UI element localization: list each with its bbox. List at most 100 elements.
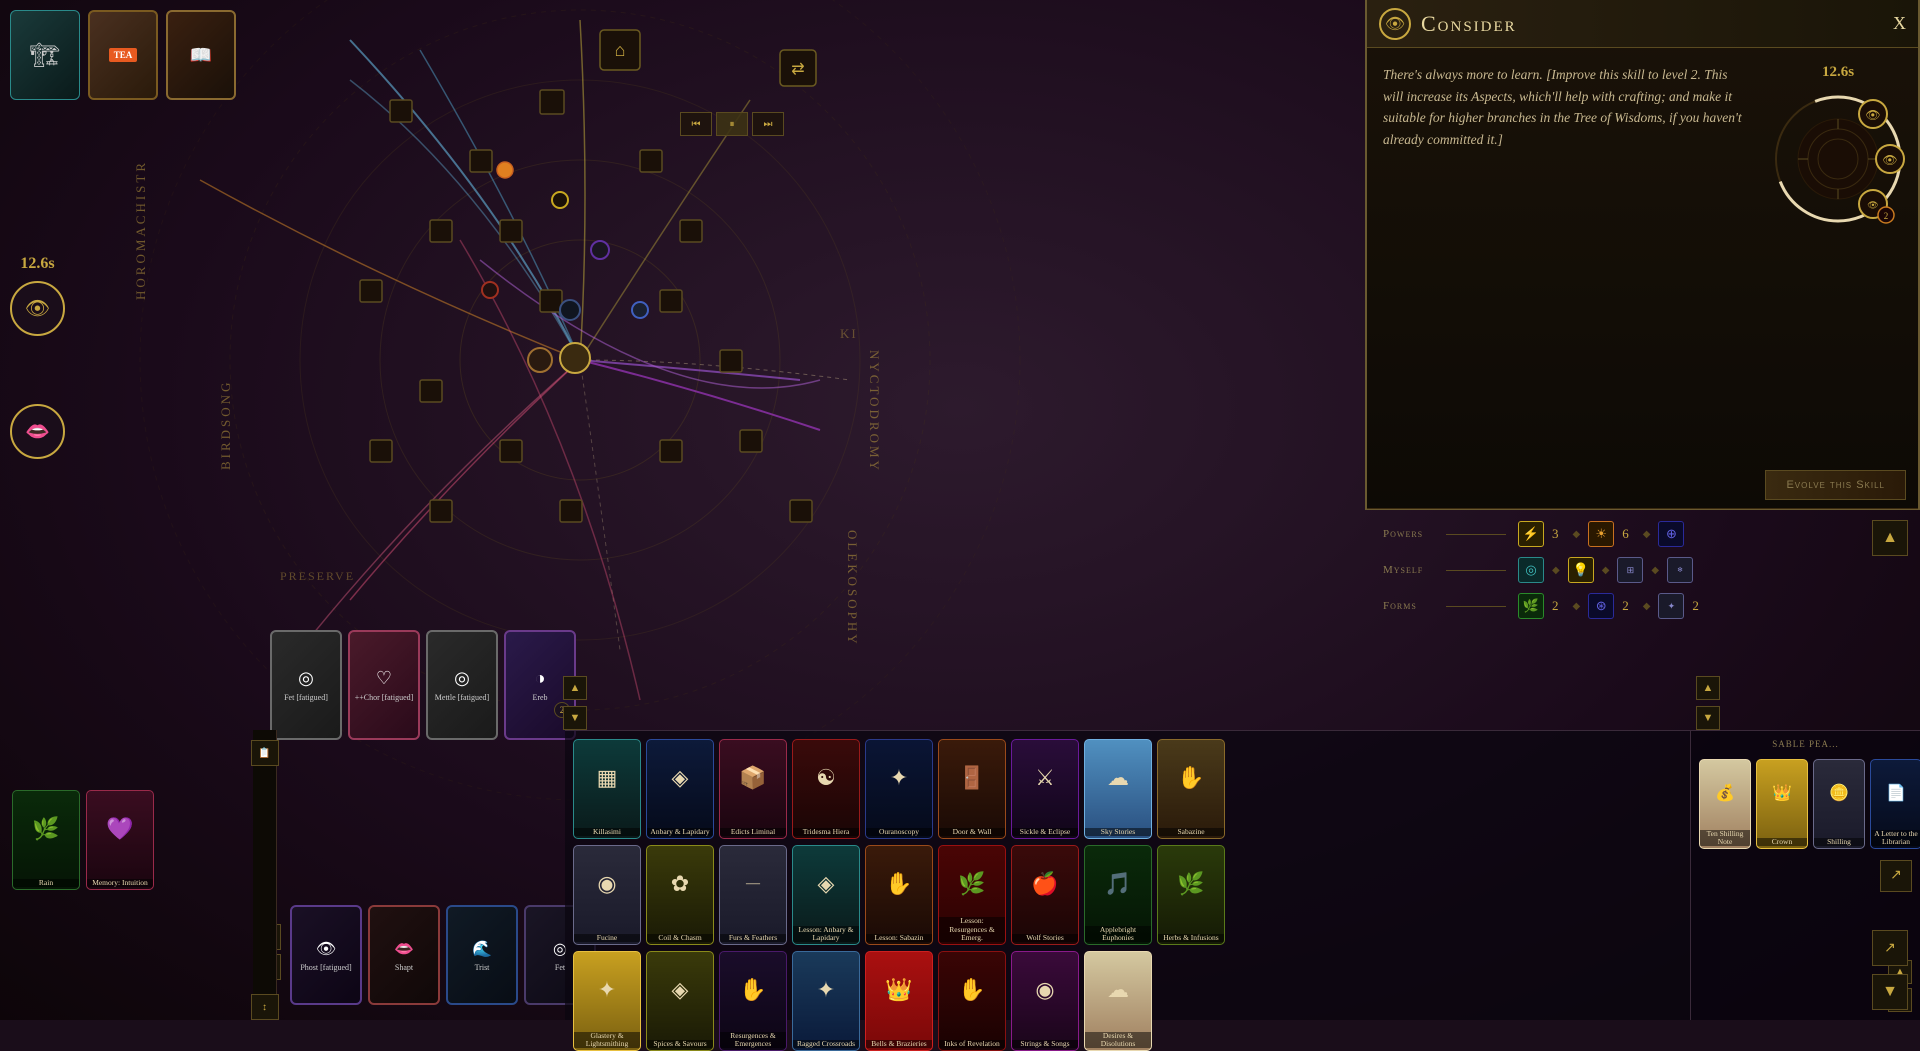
powers-num-2: 6 <box>1622 526 1629 542</box>
consider-header: 👁 Consider X <box>1367 0 1918 48</box>
resurgences-card[interactable]: ✋ Resurgences & Emergences <box>719 951 787 1051</box>
skill-mettle[interactable]: ◎ Mettle [fatigued] <box>426 630 498 740</box>
memory-card[interactable]: 💜 Memory: Intuition <box>86 790 154 890</box>
svg-text:⇄: ⇄ <box>791 61 804 78</box>
desires-card[interactable]: ☁ Desires & Disolutions <box>1084 951 1152 1051</box>
forms-num-1: 2 <box>1552 598 1559 614</box>
crown-card[interactable]: 👑 Crown <box>1756 759 1808 849</box>
lesson-sabazin-label: Lesson: Sabazin <box>866 934 932 942</box>
resurgences-label: Resurgences & Emergences <box>720 1032 786 1049</box>
coil-label: Coil & Chasm <box>647 934 713 942</box>
shilling-card[interactable]: 🪙 Shilling <box>1813 759 1865 849</box>
forward-button[interactable]: ⏭ <box>752 112 784 136</box>
separator-note-button[interactable]: 📋 <box>251 740 279 766</box>
shapt-icon: 👄 <box>394 939 414 959</box>
glastery-art: ✦ <box>574 952 640 1028</box>
crown-label: Crown <box>1757 838 1807 846</box>
consider-body: There's always more to learn. [Improve t… <box>1367 48 1918 508</box>
fet-label: Fet [fatigued] <box>284 693 328 703</box>
svg-text:PRESERVE: PRESERVE <box>280 569 355 583</box>
evolve-button[interactable]: Evolve this Skill <box>1765 470 1906 500</box>
tridesma-card[interactable]: ☯ Tridesma Hiera <box>792 739 860 839</box>
sky-stories-card[interactable]: ☁ Sky Stories <box>1084 739 1152 839</box>
scroll-up-left-button[interactable]: ▲ <box>563 676 587 700</box>
powers-stat-row: Powers ⚡ 3 ◆ ☀ 6 ◆ ⊕ <box>1383 521 1902 547</box>
phost-label: Phost [fatigued] <box>300 963 351 972</box>
glastery-label: Glastery & Lightsmithing <box>574 1032 640 1049</box>
anbary-art: ◈ <box>647 740 713 816</box>
trist-label: Trist <box>475 963 490 972</box>
strings-label: Strings & Songs <box>1012 1040 1078 1048</box>
applebright-card[interactable]: 🎵 Applebright Euphonies <box>1084 845 1152 945</box>
furs-card[interactable]: — Furs & Feathers <box>719 845 787 945</box>
left-scroll-arrows: ▲ ▼ <box>563 676 587 730</box>
crown-art: 👑 <box>1757 760 1807 826</box>
scroll-up-right-button[interactable]: ▲ <box>1696 676 1720 700</box>
inks-card[interactable]: ✋ Inks of Revelation <box>938 951 1006 1051</box>
right-scroll-arrows: ▲ ▼ <box>1696 676 1720 730</box>
sickle-card[interactable]: ⚔ Sickle & Eclipse <box>1011 739 1079 839</box>
rain-card[interactable]: 🌿 Rain <box>12 790 80 890</box>
svg-text:👁: 👁 <box>1882 153 1897 167</box>
forms-num-2: 2 <box>1622 598 1629 614</box>
killasimi-card[interactable]: ▦ Killasimi <box>573 739 641 839</box>
eye-timer-circle[interactable]: 👁 <box>10 281 65 336</box>
edicts-card[interactable]: 📦 Edicts Liminal <box>719 739 787 839</box>
sickle-art: ⚔ <box>1012 740 1078 816</box>
bells-card[interactable]: 👑 Bells & Brazieries <box>865 951 933 1051</box>
bottom-skills-area: 👁 Phost [fatigued] 👄 Shapt 🌊 Trist ◎ Fet <box>290 905 596 1005</box>
ouranoscopy-art: ✦ <box>866 740 932 816</box>
spices-card[interactable]: ◈ Spices & Savours <box>646 951 714 1051</box>
building-card[interactable]: 🏗 <box>10 10 80 100</box>
door-card[interactable]: 🚪 Door & Wall <box>938 739 1006 839</box>
coil-card[interactable]: ✿ Coil & Chasm <box>646 845 714 945</box>
sabazine-card[interactable]: ✋ Sabazine <box>1157 739 1225 839</box>
trist-skill[interactable]: 🌊 Trist <box>446 905 518 1005</box>
anbary-card[interactable]: ◈ Anbary & Lapidary <box>646 739 714 839</box>
glastery-card[interactable]: ✦ Glastery & Lightsmithing <box>573 951 641 1051</box>
ouranoscopy-card[interactable]: ✦ Ouranoscopy <box>865 739 933 839</box>
ragged-card[interactable]: ✦ Ragged Crossroads <box>792 951 860 1051</box>
shilling-art: 🪙 <box>1814 760 1864 826</box>
fucine-card[interactable]: ◉ Fucine <box>573 845 641 945</box>
right-scroll-up-button[interactable]: ▲ <box>1872 520 1908 556</box>
tea-card[interactable]: TEA <box>88 10 158 100</box>
recipe-card[interactable]: 📖 <box>166 10 236 100</box>
skill-chor[interactable]: ♡ ++Chor [fatigued] <box>348 630 420 740</box>
lips-circle[interactable]: 👄 <box>10 404 65 459</box>
pause-button[interactable]: ⏸ <box>716 112 748 136</box>
herbs-card[interactable]: 🌿 Herbs & Infusions <box>1157 845 1225 945</box>
shapt-skill[interactable]: 👄 Shapt <box>368 905 440 1005</box>
lesson-resurgences-art: 🌿 <box>939 846 1005 922</box>
skill-fet[interactable]: ◎ Fet [fatigued] <box>270 630 342 740</box>
myself-icon-2: 💡 <box>1568 557 1594 583</box>
lesson-anbary-card[interactable]: ◈ Lesson: Anbary & Lapidary <box>792 845 860 945</box>
mettle-icon: ◎ <box>454 668 470 689</box>
scroll-down-right-button[interactable]: ▼ <box>1696 706 1720 730</box>
rewind-button[interactable]: ⏮ <box>680 112 712 136</box>
herbs-art: 🌿 <box>1158 846 1224 922</box>
consider-stats: Powers ⚡ 3 ◆ ☀ 6 ◆ ⊕ Myself ◎ ◆ 💡 ◆ ⊞ ◆ … <box>1367 508 1918 641</box>
sky-stories-label: Sky Stories <box>1085 828 1151 836</box>
lesson-anbary-art: ◈ <box>793 846 859 922</box>
right-scroll-down-button[interactable]: ▼ <box>1872 974 1908 1010</box>
sabazine-art: ✋ <box>1158 740 1224 816</box>
wolf-stories-card[interactable]: 🍎 Wolf Stories <box>1011 845 1079 945</box>
fucine-label: Fucine <box>574 934 640 942</box>
consider-close-button[interactable]: X <box>1893 13 1906 34</box>
ten-shilling-card[interactable]: 💰 Ten Shilling Note <box>1699 759 1751 849</box>
transport-controls: ⏮ ⏸ ⏭ <box>680 112 784 136</box>
scroll-down-left-button[interactable]: ▼ <box>563 706 587 730</box>
right-export-button[interactable]: ↗ <box>1872 930 1908 966</box>
eye-icon: 👁 <box>25 296 50 321</box>
separator-action-button[interactable]: ↕ <box>251 994 279 1020</box>
dot-3: ◆ <box>1552 565 1560 576</box>
forms-stat-row: Forms 🌿 2 ◆ ⊛ 2 ◆ ✦ 2 <box>1383 593 1902 619</box>
myself-icon-3: ⊞ <box>1617 557 1643 583</box>
lesson-resurgences-card[interactable]: 🌿 Lesson: Resurgences & Emerg. <box>938 845 1006 945</box>
strings-card[interactable]: ◉ Strings & Songs <box>1011 951 1079 1051</box>
shilling-label: Shilling <box>1814 838 1864 846</box>
sickle-label: Sickle & Eclipse <box>1012 828 1078 836</box>
phost-skill[interactable]: 👁 Phost [fatigued] <box>290 905 362 1005</box>
lesson-sabazin-card[interactable]: ✋ Lesson: Sabazin <box>865 845 933 945</box>
